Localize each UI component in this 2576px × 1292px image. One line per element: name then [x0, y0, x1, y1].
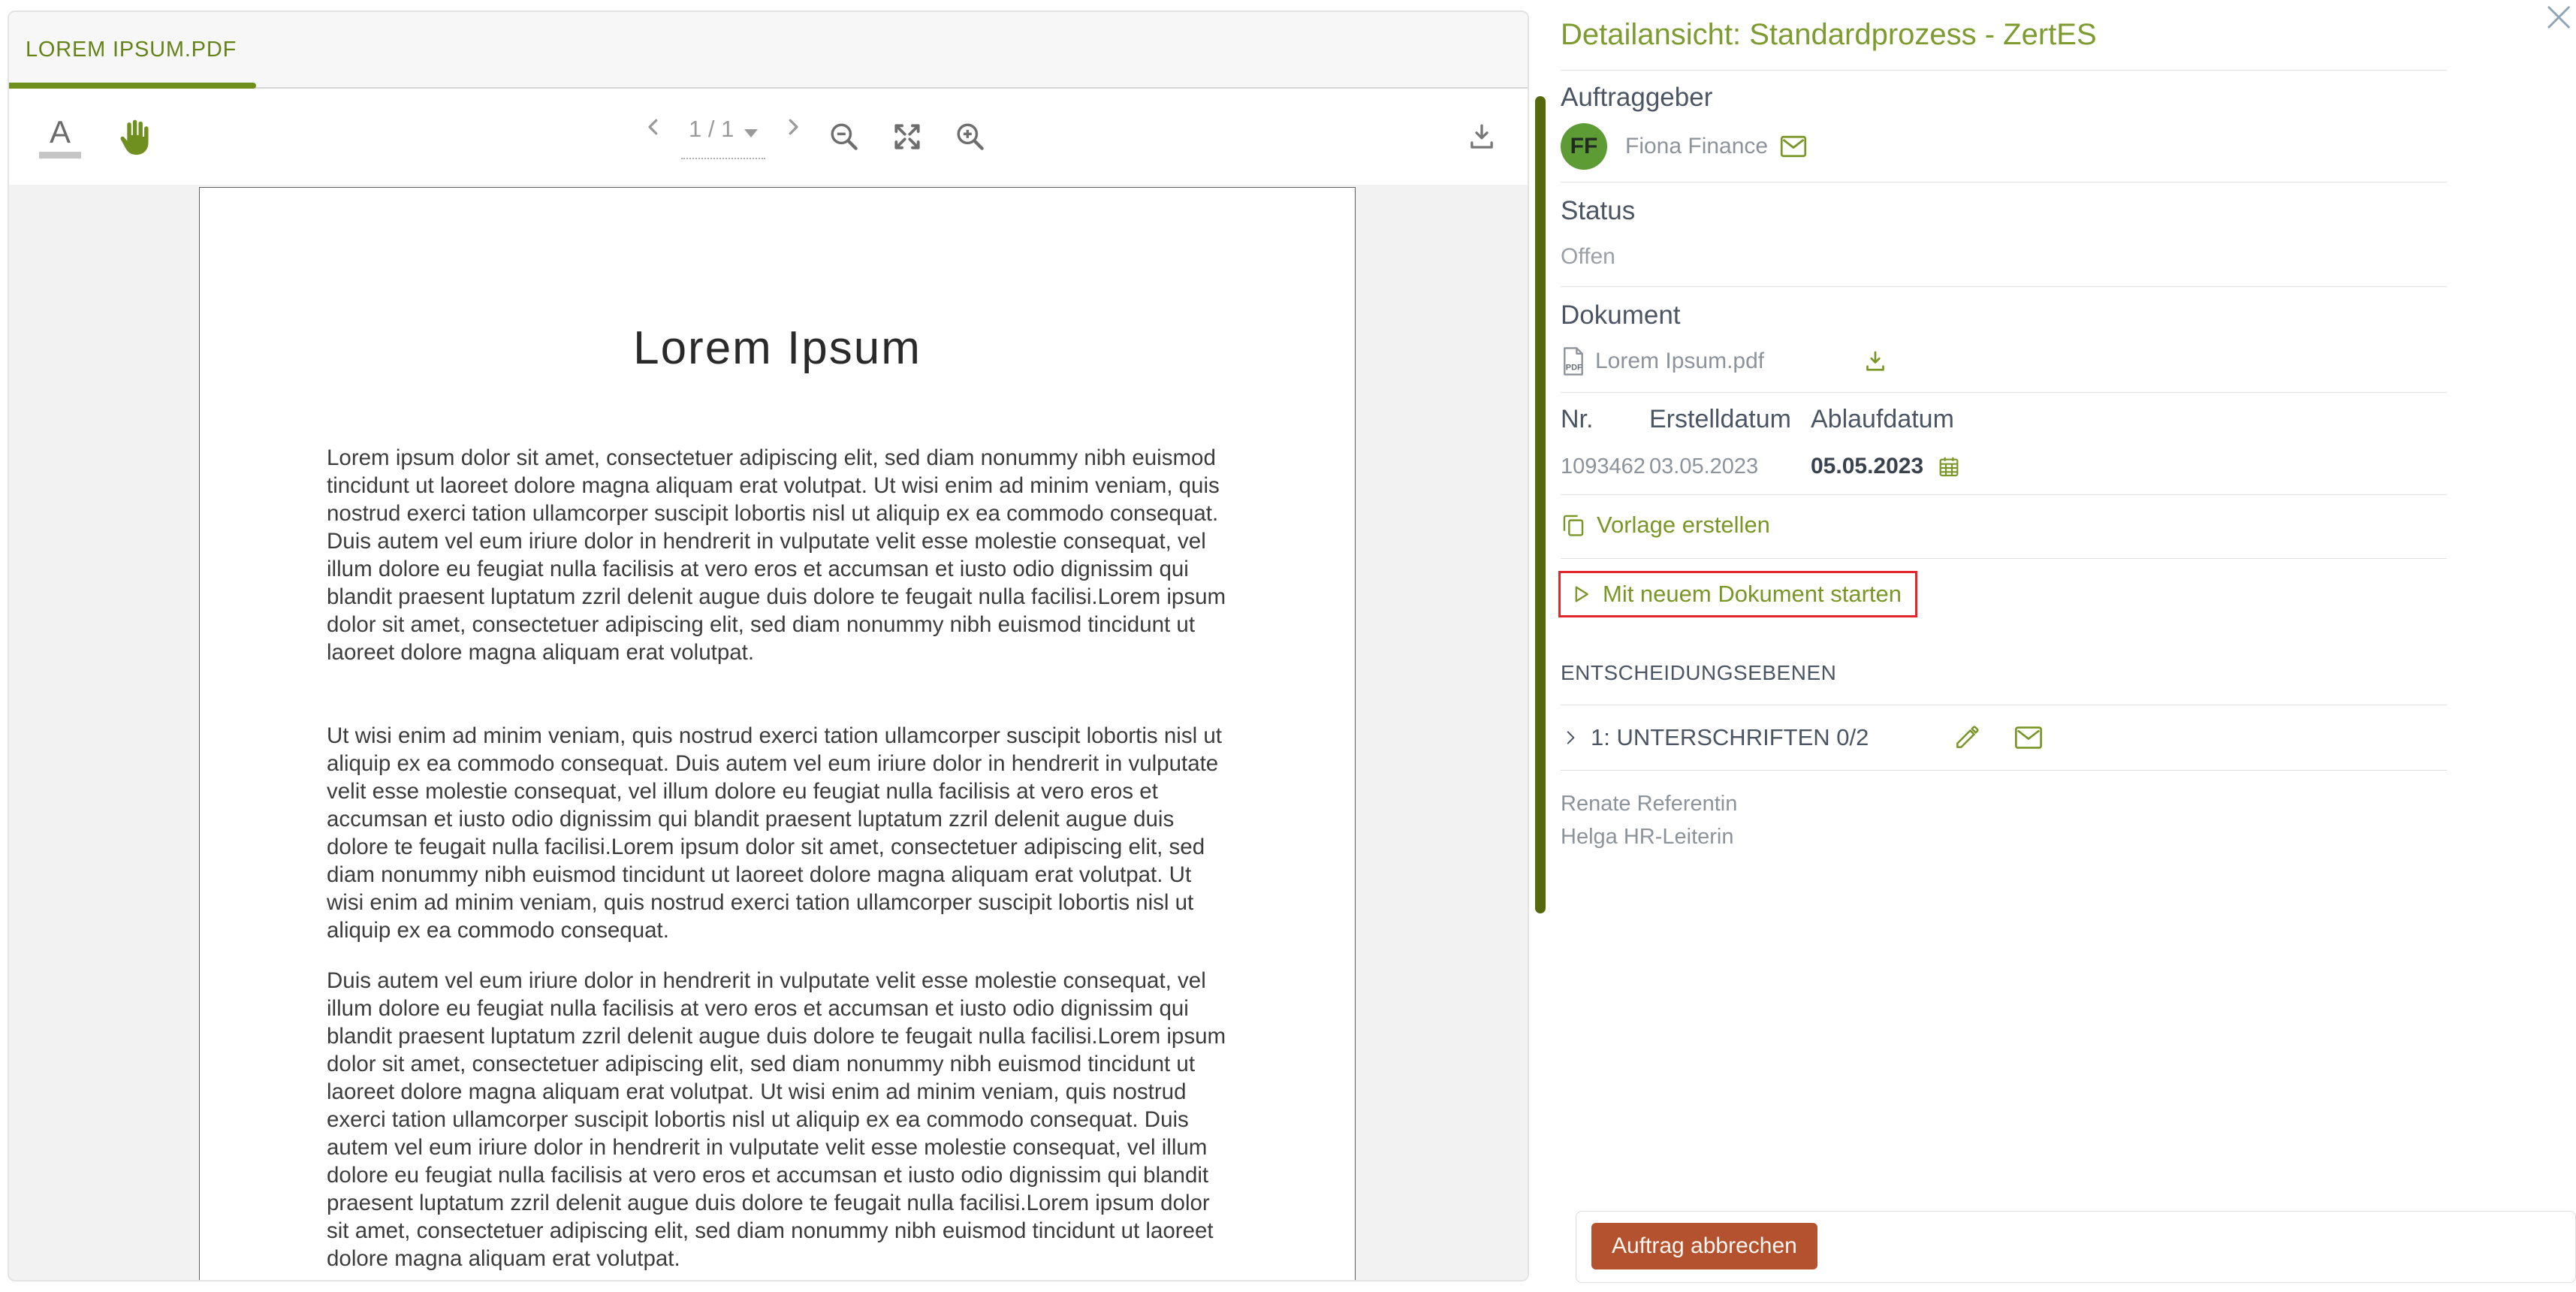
- create-template-link[interactable]: Vorlage erstellen: [1561, 512, 1770, 539]
- download-document-button[interactable]: [1466, 121, 1498, 152]
- ablaufdatum-label: Ablaufdatum: [1811, 405, 1954, 434]
- pdf-document-title: Lorem Ipsum: [200, 321, 1355, 375]
- tab-lorem-ipsum-pdf[interactable]: LOREM IPSUM.PDF: [9, 12, 256, 87]
- zoom-in-button[interactable]: [954, 120, 987, 153]
- copy-template-icon: [1561, 512, 1586, 538]
- chevron-right-icon: [782, 116, 804, 138]
- owner-name: Fiona Finance: [1625, 134, 1768, 159]
- download-green-icon: [1862, 348, 1889, 375]
- pencil-icon: [1953, 723, 1981, 752]
- start-new-document-label: Mit neuem Dokument starten: [1603, 581, 1902, 608]
- nr-label: Nr.: [1561, 405, 1649, 434]
- status-value: Offen: [1561, 244, 2447, 270]
- section-dokument: Dokument PDF Lorem Ipsum.pdf: [1561, 287, 2447, 393]
- auftraggeber-heading: Auftraggeber: [1561, 83, 2447, 113]
- erstelldatum-label: Erstelldatum: [1649, 405, 1811, 434]
- calendar-icon: [1937, 454, 1961, 478]
- play-icon: [1570, 583, 1592, 605]
- download-icon: [1466, 121, 1498, 152]
- caret-down-icon: [744, 129, 758, 137]
- detail-panel: Detailansicht: Standardprozess - ZertES …: [1561, 0, 2576, 1292]
- close-dialog-button[interactable]: [2541, 2, 2574, 35]
- start-new-document-link[interactable]: Mit neuem Dokument starten: [1570, 581, 1902, 608]
- page-indicator-dropdown[interactable]: 1 / 1: [681, 114, 765, 159]
- meta-labels-row: Nr. Erstelldatum Ablaufdatum: [1561, 405, 2447, 434]
- chevron-left-icon: [642, 116, 665, 138]
- cancel-order-button[interactable]: Auftrag abbrechen: [1591, 1223, 1817, 1269]
- document-download-button[interactable]: [1862, 348, 1889, 375]
- page-navigation: 1 / 1: [642, 114, 804, 159]
- zoom-in-icon: [954, 120, 987, 153]
- fullscreen-expand-icon: [891, 120, 924, 153]
- tab-label: LOREM IPSUM.PDF: [26, 38, 237, 62]
- hand-icon: [114, 117, 153, 156]
- panel-title: Detailansicht: Standardprozess - ZertES: [1561, 0, 2447, 71]
- section-meta: Nr. Erstelldatum Ablaufdatum 1093462 03.…: [1561, 393, 2447, 495]
- pan-tool-button[interactable]: [114, 117, 153, 156]
- pdf-paragraph: Duis autem vel eum iriure dolor in hendr…: [327, 967, 1228, 1272]
- pdf-file-icon: PDF: [1561, 347, 1586, 376]
- section-vorlage: Vorlage erstellen: [1561, 495, 2447, 559]
- status-heading: Status: [1561, 196, 2447, 226]
- avatar: FF: [1561, 123, 1607, 170]
- zoom-out-icon: [828, 120, 861, 153]
- font-underline-bar: [39, 152, 81, 158]
- owner-email-button[interactable]: [1780, 135, 1807, 158]
- pdf-viewer: LOREM IPSUM.PDF A 1 / 1: [8, 11, 1529, 1281]
- level-label: 1: UNTERSCHRIFTEN 0/2: [1591, 724, 1869, 751]
- edit-level-button[interactable]: [1953, 723, 1981, 752]
- decision-level-row[interactable]: 1: UNTERSCHRIFTEN 0/2: [1561, 705, 2447, 771]
- document-filename: Lorem Ipsum.pdf: [1595, 349, 1764, 374]
- ablaufdatum-field: 05.05.2023: [1811, 454, 1961, 479]
- level-members: Renate Referentin Helga HR-Leiterin: [1561, 771, 2447, 853]
- meta-values-row: 1093462 03.05.2023 05.05.2023: [1561, 454, 2447, 479]
- create-template-label: Vorlage erstellen: [1597, 512, 1770, 539]
- svg-text:PDF: PDF: [1566, 364, 1582, 373]
- envelope-icon: [2014, 726, 2043, 750]
- page-indicator: 1 / 1: [689, 116, 734, 143]
- pdf-toolbar: A 1 / 1: [9, 89, 1528, 185]
- erstelldatum-value: 03.05.2023: [1649, 454, 1811, 479]
- document-row: PDF Lorem Ipsum.pdf: [1561, 347, 2447, 376]
- pdf-paragraph: Lorem ipsum dolor sit amet, consectetuer…: [327, 444, 1228, 666]
- pdf-canvas[interactable]: Lorem Ipsum Lorem ipsum dolor sit amet, …: [9, 185, 1528, 1280]
- owner-row: FF Fiona Finance: [1561, 123, 2447, 170]
- pdf-paragraph: Ut wisi enim ad minim veniam, quis nostr…: [327, 722, 1228, 944]
- zoom-out-button[interactable]: [828, 120, 861, 153]
- chevron-right-icon: [1561, 728, 1580, 747]
- dokument-heading: Dokument: [1561, 300, 2447, 331]
- zoom-controls: [828, 120, 987, 153]
- previous-page-button[interactable]: [642, 116, 665, 138]
- notify-level-button[interactable]: [2014, 726, 2043, 750]
- text-tool-button[interactable]: A: [39, 116, 81, 158]
- entscheidungsebenen-heading: ENTSCHEIDUNGSEBENEN: [1561, 661, 2447, 685]
- section-entscheidungsebenen: ENTSCHEIDUNGSEBENEN: [1561, 661, 2447, 705]
- member-name: Helga HR-Leiterin: [1561, 820, 2447, 853]
- envelope-icon: [1780, 135, 1807, 158]
- panel-footer: Auftrag abbrechen: [1576, 1211, 2576, 1283]
- section-status: Status Offen: [1561, 183, 2447, 287]
- nr-value: 1093462: [1561, 454, 1649, 479]
- section-auftraggeber: Auftraggeber FF Fiona Finance: [1561, 71, 2447, 183]
- document-tabbar: LOREM IPSUM.PDF: [9, 12, 1528, 89]
- calendar-picker-button[interactable]: [1937, 454, 1961, 478]
- ablaufdatum-value: 05.05.2023: [1811, 454, 1923, 479]
- font-a-icon: A: [50, 116, 71, 149]
- pdf-page: Lorem Ipsum Lorem ipsum dolor sit amet, …: [199, 187, 1356, 1280]
- close-icon: [2541, 2, 2574, 35]
- highlight-box: Mit neuem Dokument starten: [1558, 571, 1917, 617]
- member-name: Renate Referentin: [1561, 787, 2447, 820]
- startnew-wrap: Mit neuem Dokument starten: [1561, 571, 2447, 617]
- next-page-button[interactable]: [782, 116, 804, 138]
- panel-scrollbar-thumb[interactable]: [1535, 96, 1546, 913]
- fullscreen-button[interactable]: [891, 120, 924, 153]
